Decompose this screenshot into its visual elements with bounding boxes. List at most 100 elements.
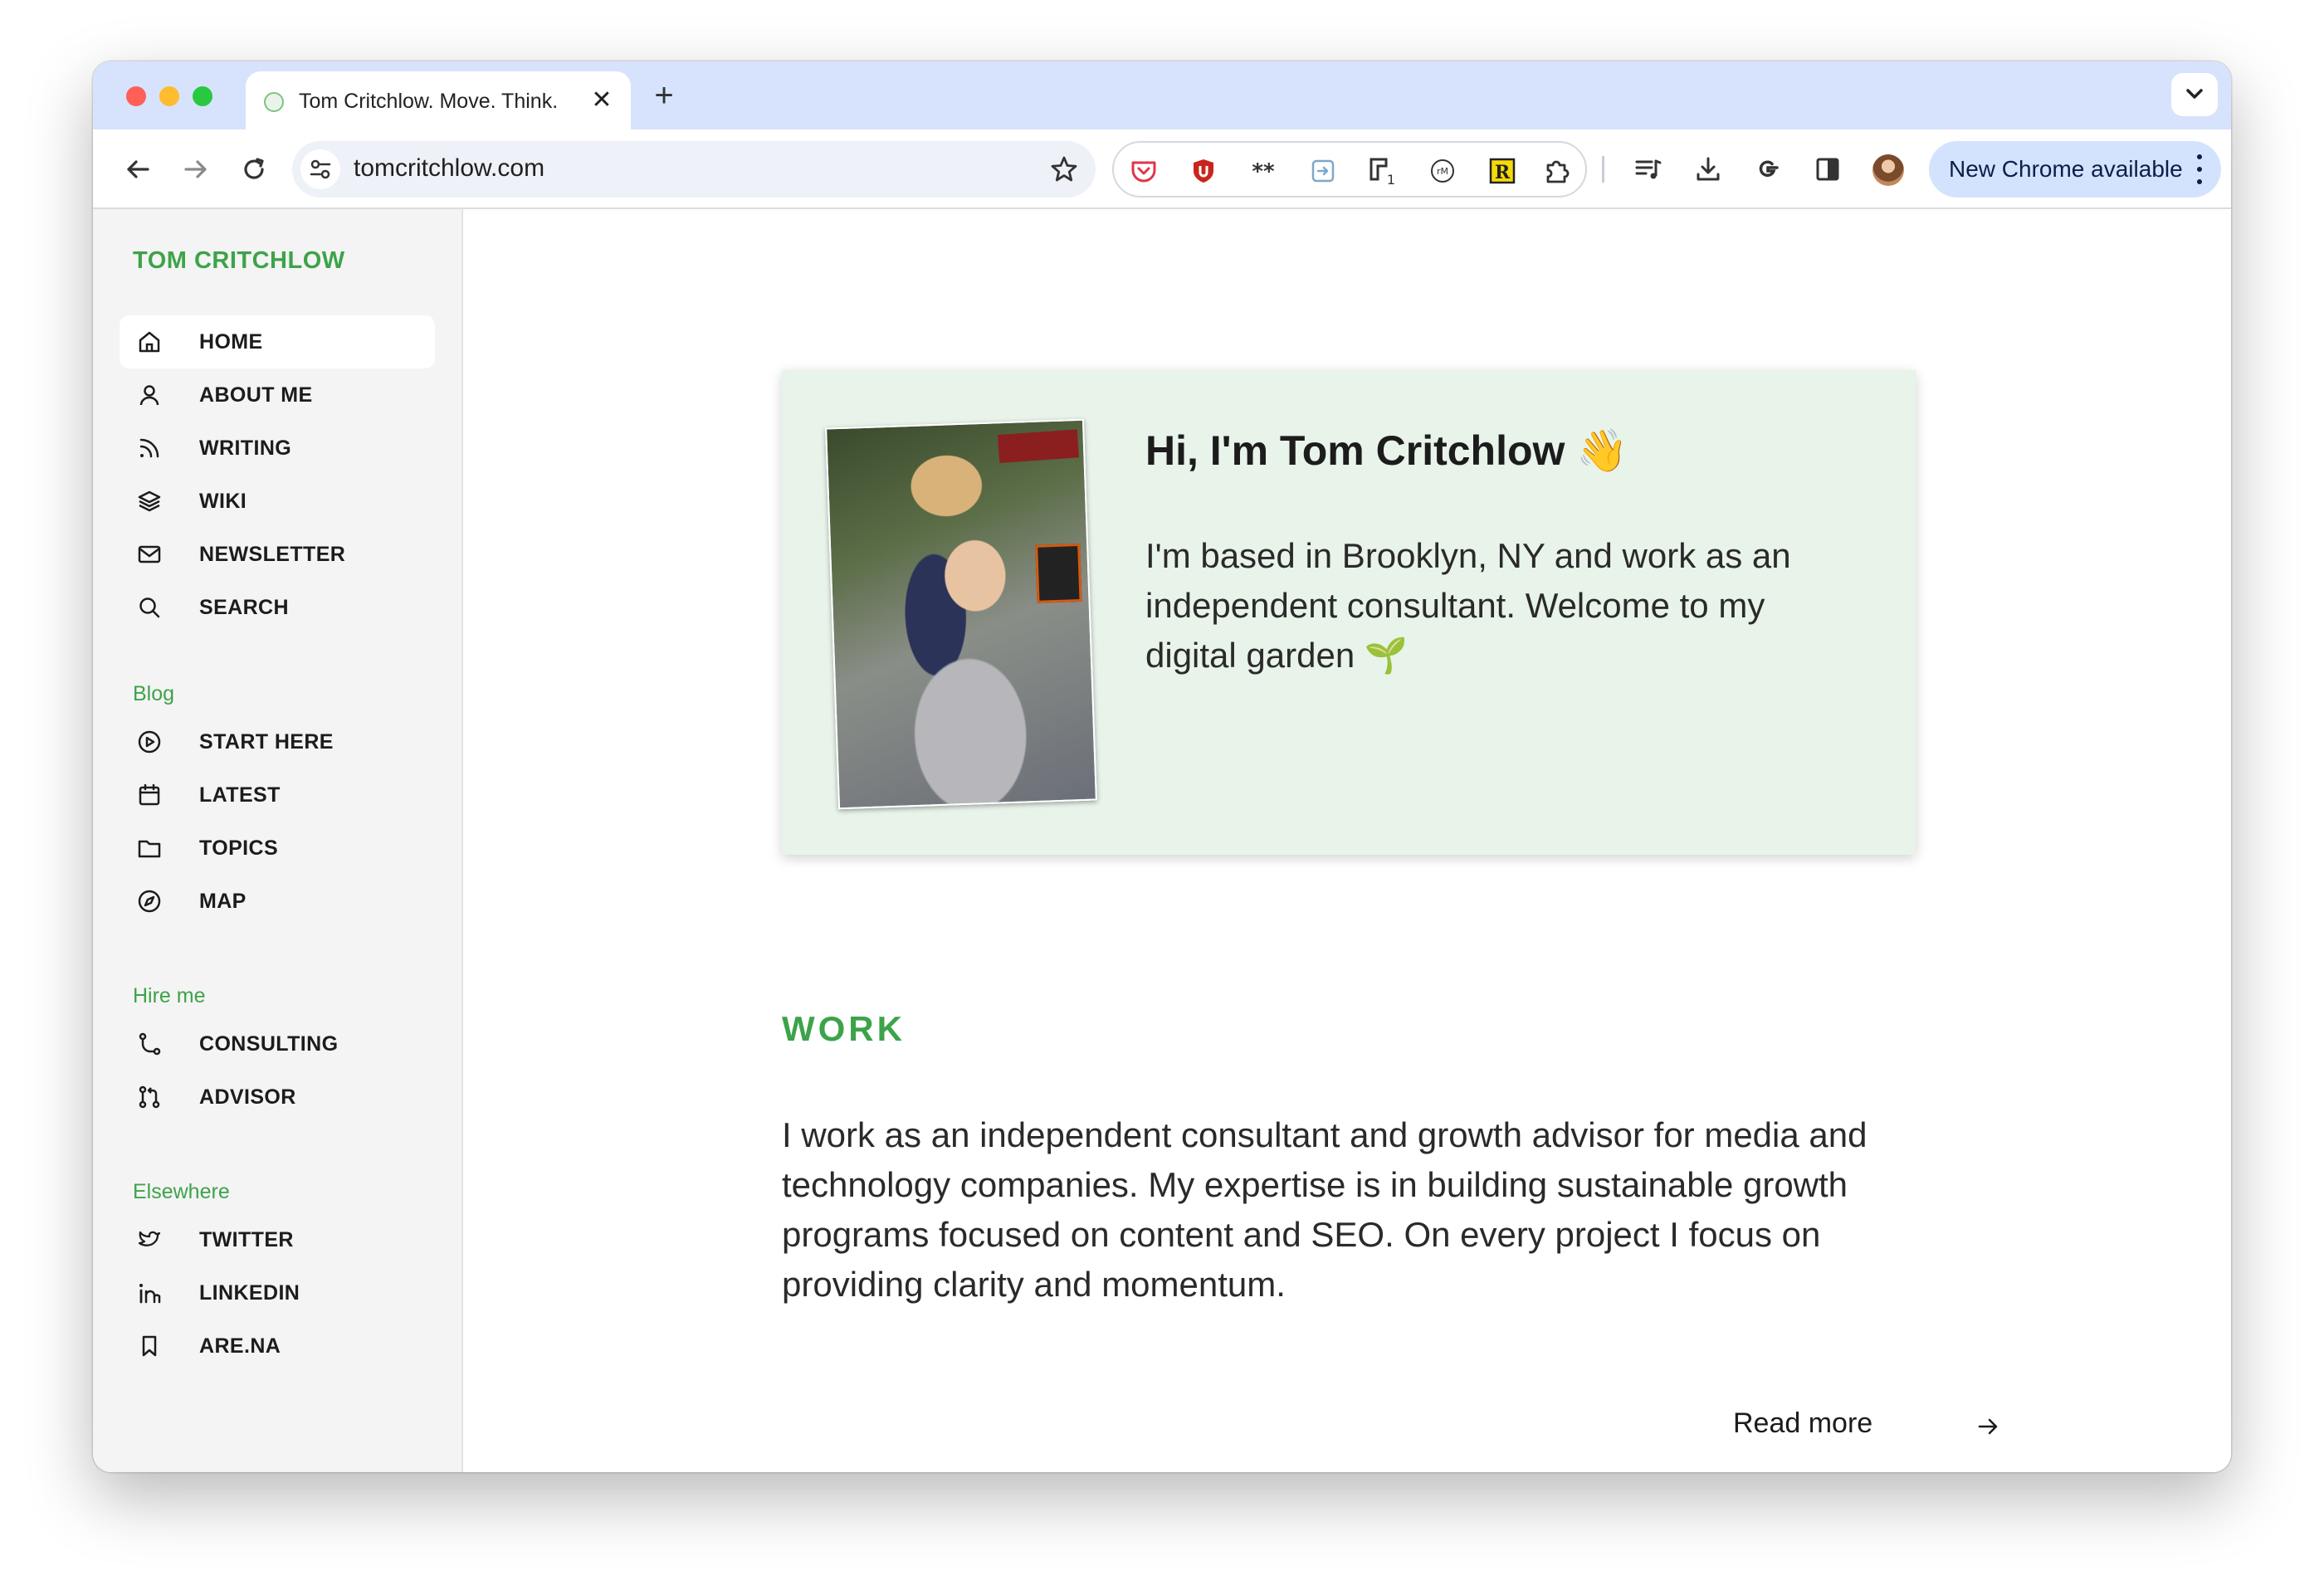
rm-extension[interactable]: rM xyxy=(1423,151,1462,191)
compass-icon xyxy=(138,890,161,913)
readwise-extension[interactable]: R xyxy=(1482,151,1522,191)
rm-circle-icon: rM xyxy=(1431,159,1454,183)
google-button[interactable] xyxy=(1748,149,1788,189)
section-heading-elsewhere: Elsewhere xyxy=(133,1180,230,1203)
sidebar-item-search[interactable]: SEARCH xyxy=(120,581,435,634)
reading-list-button[interactable] xyxy=(1628,149,1668,189)
ublock-shield-icon xyxy=(1194,159,1213,183)
update-label: New Chrome available xyxy=(1949,156,2183,182)
sidebar-item-label: ARE.NA xyxy=(199,1334,281,1358)
sidebar-item-linkedin[interactable]: LINKEDIN xyxy=(120,1266,435,1319)
sidebar-item-home[interactable]: HOME xyxy=(120,315,435,368)
asterisk-extension[interactable]: ** xyxy=(1243,151,1283,191)
sidebar-item-label: LINKEDIN xyxy=(199,1281,300,1305)
forward-extension[interactable] xyxy=(1303,151,1343,191)
street-sign-in-photo xyxy=(997,429,1080,463)
asterisks-icon: ** xyxy=(1252,159,1275,184)
bookmark-star-button[interactable] xyxy=(1044,149,1084,189)
sidebar-item-start-here[interactable]: START HERE xyxy=(120,715,435,768)
arrow-box-icon xyxy=(1311,159,1335,183)
sidebar-item-map[interactable]: MAP xyxy=(120,875,435,928)
active-tab[interactable]: Tom Critchlow. Move. Think. ✕ xyxy=(246,71,631,129)
close-window-button[interactable] xyxy=(126,86,146,106)
rss-icon xyxy=(139,438,159,458)
chrome-update-button[interactable]: New Chrome available xyxy=(1929,141,2221,198)
back-button[interactable] xyxy=(116,148,159,191)
sidebar-item-label: CONSULTING xyxy=(199,1032,339,1056)
tab-title: Tom Critchlow. Move. Think. xyxy=(299,90,559,113)
browser-toolbar: tomcritchlow.com ** 1 rM R New Chrome av… xyxy=(93,129,2231,209)
bookmark-icon xyxy=(142,1335,157,1357)
sidebar-item-topics[interactable]: TOPICS xyxy=(120,822,435,875)
svg-text:R: R xyxy=(1495,162,1511,183)
tab-close-button[interactable]: ✕ xyxy=(586,85,618,116)
sidebar-item-label: SEARCH xyxy=(199,596,289,619)
kebab-menu-icon xyxy=(2196,154,2203,184)
sidebar-item-wiki[interactable]: WIKI xyxy=(120,475,435,528)
site-settings-button[interactable] xyxy=(300,149,340,189)
extensions-menu-button[interactable] xyxy=(1537,151,1577,191)
work-body: I work as an independent consultant and … xyxy=(782,1115,1868,1304)
sidebar-item-advisor[interactable]: ADVISOR xyxy=(120,1071,435,1124)
browser-window: Tom Critchlow. Move. Think. ✕ + tomcritc… xyxy=(93,61,2231,1472)
sidebar-item-twitter[interactable]: TWITTER xyxy=(120,1213,435,1266)
section-heading-blog: Blog xyxy=(133,682,175,705)
queue-music-icon xyxy=(1635,159,1662,179)
arrow-left-icon xyxy=(127,160,149,178)
zoom-window-button[interactable] xyxy=(193,86,212,106)
minimize-window-button[interactable] xyxy=(159,86,179,106)
toolbar-separator xyxy=(1602,156,1604,183)
sidebar-item-label: MAP xyxy=(199,890,247,913)
sidebar-item-about-me[interactable]: ABOUT ME xyxy=(120,368,435,422)
new-tab-button[interactable]: + xyxy=(644,76,684,116)
intro-title: Hi, I'm Tom Critchlow 👋 xyxy=(1145,427,1628,474)
downloads-button[interactable] xyxy=(1688,149,1728,189)
sidebar-item-writing[interactable]: WRITING xyxy=(120,422,435,475)
arrow-right-icon[interactable] xyxy=(1975,1414,2000,1439)
profile-avatar[interactable] xyxy=(1872,154,1904,186)
calendar-icon xyxy=(139,783,160,806)
git-pull-request-icon xyxy=(139,1085,160,1109)
layers-icon xyxy=(138,490,161,512)
sidebar-item-label: START HERE xyxy=(199,730,334,754)
search-icon xyxy=(139,598,160,618)
web-page: TOM CRITCHLOW HOME ABOUT ME WRITING WIKI… xyxy=(93,209,2231,1472)
site-title-link[interactable]: TOM CRITCHLOW xyxy=(133,247,345,275)
intro-card: Hi, I'm Tom Critchlow 👋 I'm based in Bro… xyxy=(782,370,1916,855)
folder-icon xyxy=(138,840,161,858)
tab-counter-extension[interactable]: 1 xyxy=(1363,151,1403,191)
reload-button[interactable] xyxy=(232,148,276,191)
tab-search-button[interactable] xyxy=(2171,73,2218,116)
sidebar-item-label: TOPICS xyxy=(199,837,279,860)
svg-text:rM: rM xyxy=(1437,166,1448,177)
sidebar-item-consulting[interactable]: CONSULTING xyxy=(120,1017,435,1071)
url-text[interactable]: tomcritchlow.com xyxy=(354,154,544,183)
sidebar-item-label: WIKI xyxy=(199,490,247,513)
walk-signal-in-photo xyxy=(1035,543,1082,603)
svg-text:1: 1 xyxy=(1387,172,1395,188)
forward-button[interactable] xyxy=(174,148,217,191)
twitter-icon xyxy=(138,1231,161,1246)
sidebar-item-label: ABOUT ME xyxy=(199,383,313,407)
pocket-extension[interactable] xyxy=(1124,151,1164,191)
linkedin-icon xyxy=(139,1284,161,1304)
readwise-r-icon: R xyxy=(1489,158,1516,184)
read-more-link[interactable]: Read more xyxy=(1733,1407,1872,1440)
main-content: Hi, I'm Tom Critchlow 👋 I'm based in Bro… xyxy=(463,209,2231,1472)
route-icon xyxy=(139,1032,161,1056)
arrow-right-icon xyxy=(184,160,207,178)
side-panel-button[interactable] xyxy=(1808,149,1848,189)
sidebar-item-label: TWITTER xyxy=(199,1228,294,1251)
tab-counter-icon: 1 xyxy=(1370,158,1395,188)
section-heading-hire-me: Hire me xyxy=(133,984,206,1007)
sidebar-item-newsletter[interactable]: NEWSLETTER xyxy=(120,528,435,581)
sidebar-item-label: LATEST xyxy=(199,783,281,807)
address-bar[interactable]: tomcritchlow.com xyxy=(292,141,1096,198)
ublock-extension[interactable] xyxy=(1184,151,1223,191)
sidebar-item-are-na[interactable]: ARE.NA xyxy=(120,1319,435,1373)
sidebar-item-latest[interactable]: LATEST xyxy=(120,768,435,822)
tab-strip: Tom Critchlow. Move. Think. ✕ + xyxy=(93,61,2231,129)
puzzle-icon xyxy=(1546,160,1570,183)
tune-icon xyxy=(310,159,331,179)
sidebar-item-label: WRITING xyxy=(199,437,292,460)
